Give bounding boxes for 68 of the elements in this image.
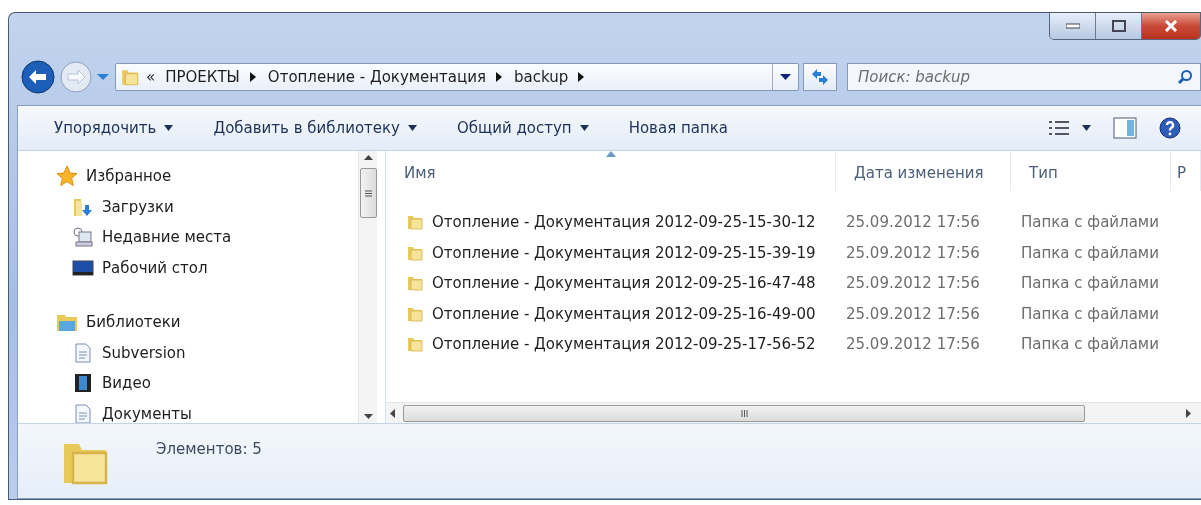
- toolbar-menu[interactable]: Общий доступ: [439, 119, 611, 137]
- folder-icon: [406, 274, 424, 293]
- file-name-cell[interactable]: Отопление - Документация 2012-09-25-15-30-12: [386, 207, 836, 238]
- chevron-right-icon: [578, 72, 585, 82]
- address-bar[interactable]: « ПРОЕКТЫ Отопление - Документация backup: [115, 63, 799, 91]
- caret-icon: [780, 74, 791, 80]
- breadcrumb-segment[interactable]: Отопление - Документация: [261, 68, 509, 86]
- folder-icon: [406, 213, 424, 232]
- navigation-group[interactable]: Библиотеки: [56, 307, 181, 338]
- scrollbar-thumb[interactable]: [403, 404, 1085, 422]
- vertical-scrollbar[interactable]: [358, 151, 377, 423]
- chevron-right-icon: [496, 72, 503, 82]
- date-cell-text: 25.09.2012 17:56: [845, 242, 981, 264]
- close-icon: [1164, 20, 1178, 32]
- caret-icon: [408, 125, 417, 131]
- overflow-chevron[interactable]: «: [140, 68, 160, 86]
- file-name-cell[interactable]: Отопление - Документация 2012-09-25-16-47-48: [386, 268, 836, 299]
- caret-icon: [164, 125, 174, 131]
- file-name-cell[interactable]: Отопление - Документация 2012-09-25-16-49-00: [386, 298, 836, 329]
- star-icon: [56, 165, 78, 188]
- toolbar-menu[interactable]: Упорядочить: [36, 119, 196, 137]
- breadcrumb-segment[interactable]: backup: [508, 68, 591, 86]
- date-cell-text: 25.09.2012 17:56: [845, 273, 981, 295]
- type-cell-text: Папка с файлами: [1020, 212, 1160, 234]
- navigation-item[interactable]: Рабочий стол: [56, 252, 208, 283]
- type-cell-text: Папка с файлами: [1020, 273, 1160, 295]
- refresh-button[interactable]: [803, 63, 837, 91]
- maximize-button[interactable]: [1096, 13, 1142, 39]
- date-cell-text: 25.09.2012 17:56: [845, 212, 981, 234]
- folder-icon: [406, 335, 424, 354]
- back-button[interactable]: [21, 60, 55, 94]
- minimize-button[interactable]: [1050, 13, 1096, 39]
- navigation-item[interactable]: Загрузки: [56, 191, 174, 222]
- breadcrumb-segment[interactable]: ПРОЕКТЫ: [159, 68, 262, 86]
- minimize-icon: [1065, 23, 1080, 29]
- navigation-item[interactable]: Видео: [56, 368, 151, 399]
- caret-icon: [1082, 125, 1091, 131]
- caret-icon: [579, 125, 589, 131]
- film-icon: [72, 372, 94, 395]
- type-cell-text: Папка с файлами: [1020, 242, 1160, 264]
- toolbar-menu[interactable]: Добавить в библиотеку: [195, 119, 439, 137]
- horizontal-scrollbar[interactable]: [386, 402, 1201, 423]
- help-icon[interactable]: [1159, 117, 1181, 139]
- recent-places-icon: [72, 226, 94, 249]
- history-dropdown[interactable]: [97, 73, 109, 81]
- navigation-item[interactable]: Subversion: [56, 337, 186, 368]
- type-cell-text: Папка с файлами: [1020, 303, 1160, 325]
- maximize-icon: [1111, 20, 1126, 32]
- sort-arrow-icon: [605, 151, 616, 157]
- date-cell-text: 25.09.2012 17:56: [845, 334, 981, 356]
- date-cell-text: 25.09.2012 17:56: [845, 303, 981, 325]
- document-icon: [72, 402, 94, 423]
- search-field[interactable]: Поиск: backup: [847, 63, 1201, 91]
- file-name-cell[interactable]: Отопление - Документация 2012-09-25-15-39-19: [386, 237, 836, 268]
- refresh-icon: [810, 68, 830, 86]
- close-button[interactable]: [1142, 13, 1200, 39]
- navigation-item[interactable]: Недавние места: [56, 222, 232, 253]
- navigation-group[interactable]: Избранное: [56, 161, 172, 192]
- file-name-cell[interactable]: Отопление - Документация 2012-09-25-17-56-52: [386, 329, 836, 360]
- type-cell-text: Папка с файлами: [1020, 334, 1160, 356]
- view-options-button[interactable]: [1048, 120, 1091, 136]
- document-icon: [72, 341, 94, 364]
- search-icon: [1177, 69, 1193, 85]
- navigation-item[interactable]: Документы: [56, 398, 192, 423]
- item-count: Элементов: 5: [156, 440, 262, 458]
- chevron-right-icon: [249, 72, 256, 82]
- scrollbar-thumb[interactable]: [359, 168, 377, 218]
- toolbar-menu[interactable]: Новая папка: [610, 119, 750, 137]
